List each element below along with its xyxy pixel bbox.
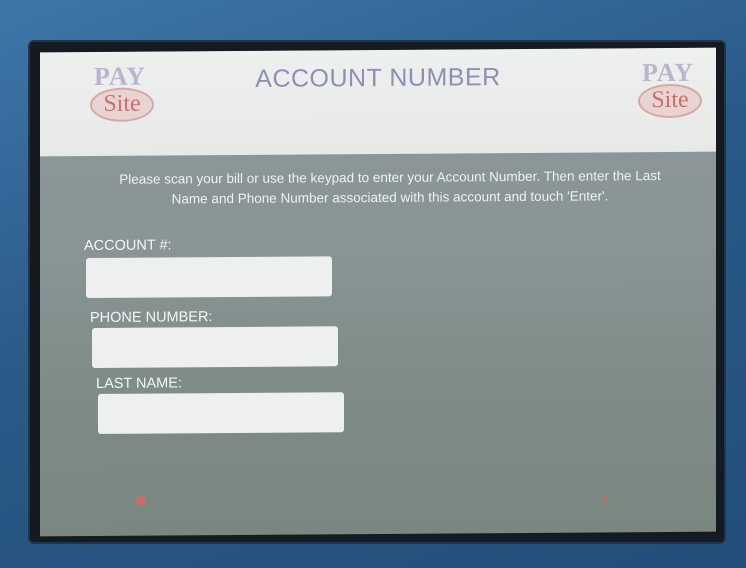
header-bar: PAY Site ACCOUNT NUMBER PAY Site [40,47,716,157]
phone-label: PHONE NUMBER: [90,309,213,327]
last-name-input[interactable] [98,392,344,434]
x-icon: ✕ [600,493,610,506]
footer-right-button[interactable]: ✕ [600,492,609,505]
account-label: ACCOUNT #: [84,237,172,255]
account-number-input[interactable] [86,256,332,299]
phone-number-input[interactable] [92,326,338,368]
red-dot-icon [136,495,146,506]
instructions-text: Please scan your bill or use the keypad … [119,168,661,207]
paysite-logo-right: PAY Site [626,58,710,119]
page-title: ACCOUNT NUMBER [255,63,501,93]
logo-site-text: Site [651,86,689,114]
footer-left-button[interactable] [136,495,146,506]
kiosk-screen: PAY Site ACCOUNT NUMBER PAY Site Please … [40,47,716,537]
last-name-label: LAST NAME: [96,375,182,392]
